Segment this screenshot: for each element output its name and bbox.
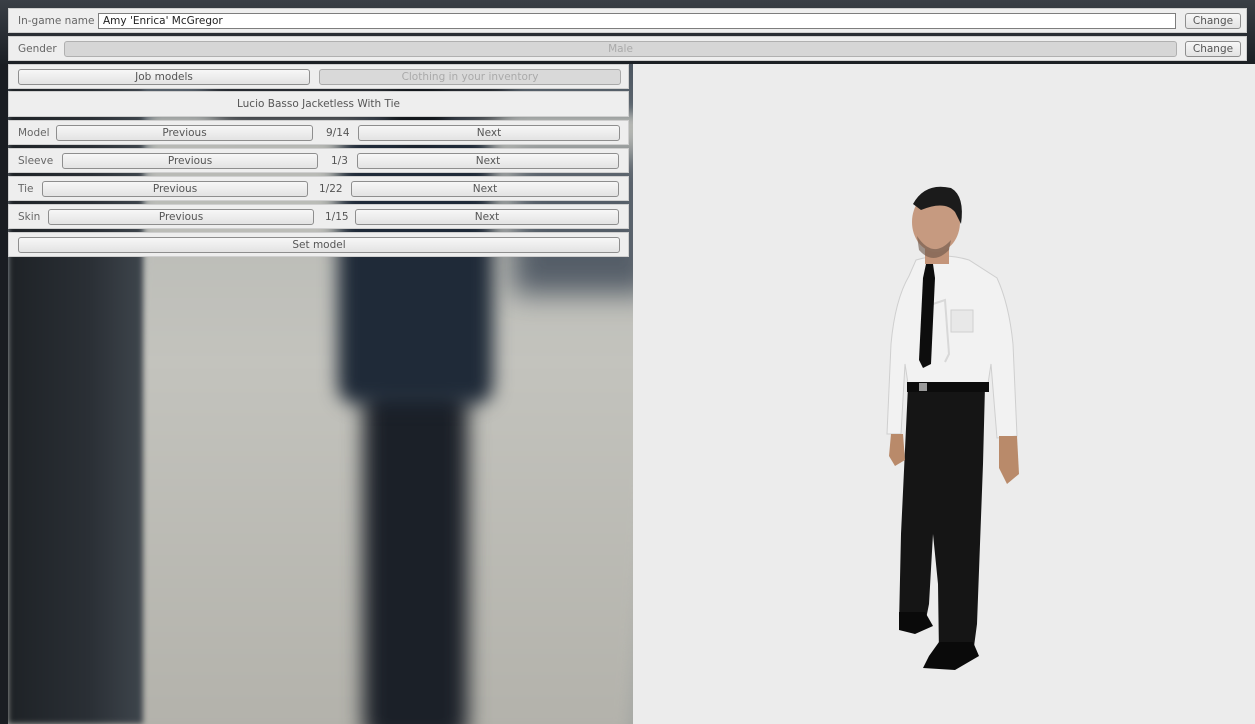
skin-counter: 1/15 (325, 210, 349, 223)
tie-previous-button[interactable]: Previous (42, 181, 308, 197)
model-previous-button[interactable]: Previous (56, 125, 313, 141)
tab-clothing-inventory[interactable]: Clothing in your inventory (319, 69, 621, 85)
sleeve-next-button[interactable]: Next (357, 153, 619, 169)
model-counter: 9/14 (326, 126, 350, 139)
name-change-button[interactable]: Change (1185, 13, 1241, 29)
selector-row-skin: Skin Previous 1/15 Next (8, 204, 629, 229)
selector-row-sleeve: Sleeve Previous 1/3 Next (8, 148, 629, 173)
walker-legs-blur (363, 384, 468, 724)
model-next-button[interactable]: Next (358, 125, 620, 141)
character-preview (633, 64, 1255, 724)
tie-next-button[interactable]: Next (351, 181, 619, 197)
name-input[interactable]: Amy 'Enrica' McGregor (98, 13, 1176, 29)
skin-next-button[interactable]: Next (355, 209, 619, 225)
name-row: In-game name Amy 'Enrica' McGregor Chang… (8, 8, 1247, 33)
character-head (912, 186, 962, 264)
skin-previous-button[interactable]: Previous (48, 209, 314, 225)
gender-value-bar: Male (64, 41, 1177, 57)
outfit-name: Lucio Basso Jacketless With Tie (236, 98, 400, 110)
tab-job-models[interactable]: Job models (18, 69, 310, 85)
selector-row-model: Model Previous 9/14 Next (8, 120, 629, 145)
sleeve-previous-button[interactable]: Previous (62, 153, 318, 169)
tie-counter: 1/22 (319, 182, 343, 195)
selector-label: Tie (18, 182, 34, 195)
gender-change-button[interactable]: Change (1185, 41, 1241, 57)
tabs-row: Job models Clothing in your inventory (8, 64, 629, 89)
selector-label: Model (18, 126, 50, 139)
character-belt (907, 382, 989, 392)
outfit-name-row: Lucio Basso Jacketless With Tie (8, 91, 629, 117)
name-label: In-game name (18, 14, 95, 27)
set-model-row: Set model (8, 232, 629, 257)
left-edge (0, 64, 8, 724)
sleeve-counter: 1/3 (331, 154, 348, 167)
gender-label: Gender (18, 42, 57, 55)
set-model-button[interactable]: Set model (18, 237, 620, 253)
selector-label: Sleeve (18, 154, 54, 167)
selector-label: Skin (18, 210, 41, 223)
character-model-figure (886, 186, 1019, 670)
selector-row-tie: Tie Previous 1/22 Next (8, 176, 629, 201)
gender-row: Gender Male Change (8, 36, 1247, 61)
